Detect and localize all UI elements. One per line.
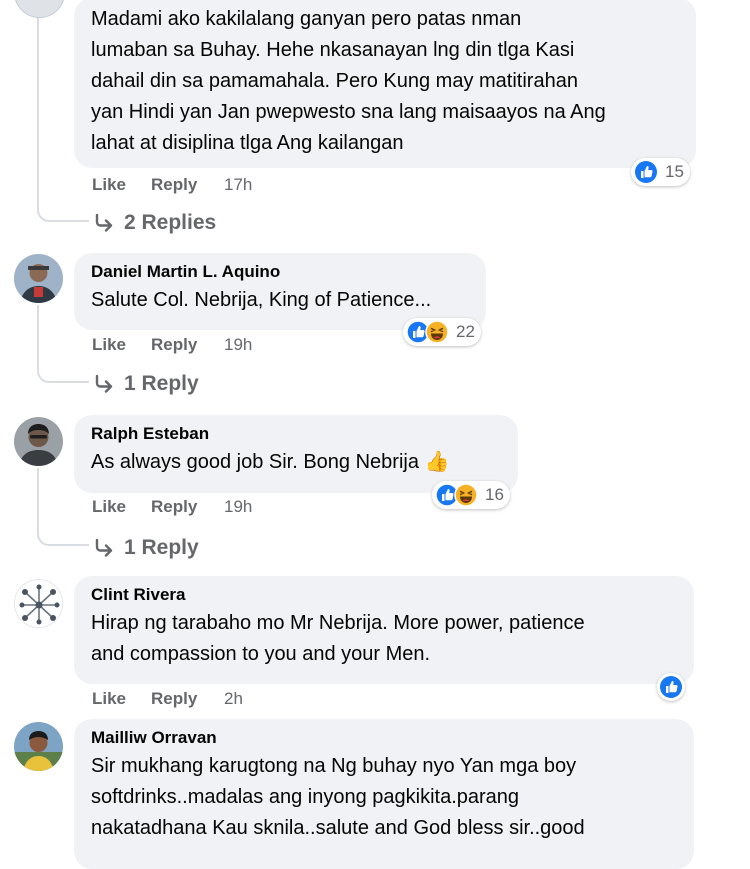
comment-text: Salute Col. Nebrija, King of Patience... [91, 289, 432, 311]
haha-icon [454, 483, 478, 507]
replies-label: 2 Replies [124, 211, 217, 234]
comment-timestamp[interactable]: 19h [224, 496, 252, 518]
comment-bubble: Madami ako kakilalang ganyan pero patas … [74, 0, 696, 168]
like-button[interactable]: Like [92, 688, 126, 710]
comment-actions: Like Reply 2h [92, 688, 392, 710]
comment-author[interactable]: Daniel Martin L. Aquino [91, 261, 470, 283]
comment-author[interactable]: Clint Rivera [91, 584, 678, 606]
view-replies-button[interactable]: 2 Replies [94, 210, 216, 236]
comment-text: Madami ako kakilalang ganyan pero patas … [91, 8, 606, 154]
comment-text: As always good job Sir. Bong Nebrija 👍 [91, 451, 450, 473]
haha-icon [425, 320, 449, 344]
avatar[interactable] [14, 0, 65, 18]
reply-button[interactable]: Reply [151, 174, 197, 196]
avatar[interactable] [14, 579, 63, 628]
comment-actions: Like Reply 19h [92, 334, 392, 356]
view-replies-button[interactable]: 1 Reply [94, 535, 199, 561]
reaction-count: 16 [485, 485, 504, 504]
reaction-summary[interactable]: 15 [631, 158, 690, 186]
reaction-summary[interactable]: 22 [403, 318, 481, 346]
reply-arrow-icon [95, 538, 113, 557]
avatar[interactable] [14, 722, 63, 771]
reply-arrow-icon [95, 374, 113, 393]
reaction-summary[interactable] [657, 673, 685, 701]
thread-elbow [37, 518, 89, 546]
thread-line [37, 0, 39, 200]
like-icon [659, 675, 683, 699]
like-button[interactable]: Like [92, 174, 126, 196]
comment-text: Hirap ng tarabaho mo Mr Nebrija. More po… [91, 612, 585, 665]
comment-actions: Like Reply 19h [92, 496, 392, 518]
reply-button[interactable]: Reply [151, 334, 197, 356]
reply-arrow-icon [95, 213, 113, 232]
comment-timestamp[interactable]: 2h [224, 688, 243, 710]
thread-line [37, 468, 39, 523]
thread-elbow [37, 196, 89, 222]
comment-bubble: Clint Rivera Hirap ng tarabaho mo Mr Neb… [74, 576, 694, 684]
comment-actions: Like Reply 17h [92, 174, 392, 196]
like-button[interactable]: Like [92, 334, 126, 356]
avatar[interactable] [14, 254, 63, 303]
reaction-summary[interactable]: 16 [432, 481, 510, 509]
avatar[interactable] [14, 417, 63, 466]
view-replies-button[interactable]: 1 Reply [94, 371, 199, 397]
like-button[interactable]: Like [92, 496, 126, 518]
comment-text: Sir mukhang karugtong na Ng buhay nyo Ya… [91, 755, 585, 839]
comment-author[interactable]: Ralph Esteban [91, 423, 502, 445]
replies-label: 1 Reply [124, 372, 199, 395]
reaction-count: 15 [665, 162, 684, 181]
reply-button[interactable]: Reply [151, 688, 197, 710]
comment-timestamp[interactable]: 17h [224, 174, 252, 196]
reply-button[interactable]: Reply [151, 496, 197, 518]
replies-label: 1 Reply [124, 536, 199, 559]
comment-author[interactable]: Mailliw Orravan [91, 727, 678, 749]
comment-timestamp[interactable]: 19h [224, 334, 252, 356]
thread-elbow [37, 355, 89, 383]
thread-line [37, 305, 39, 360]
like-icon [634, 160, 658, 184]
reaction-count: 22 [456, 322, 475, 341]
